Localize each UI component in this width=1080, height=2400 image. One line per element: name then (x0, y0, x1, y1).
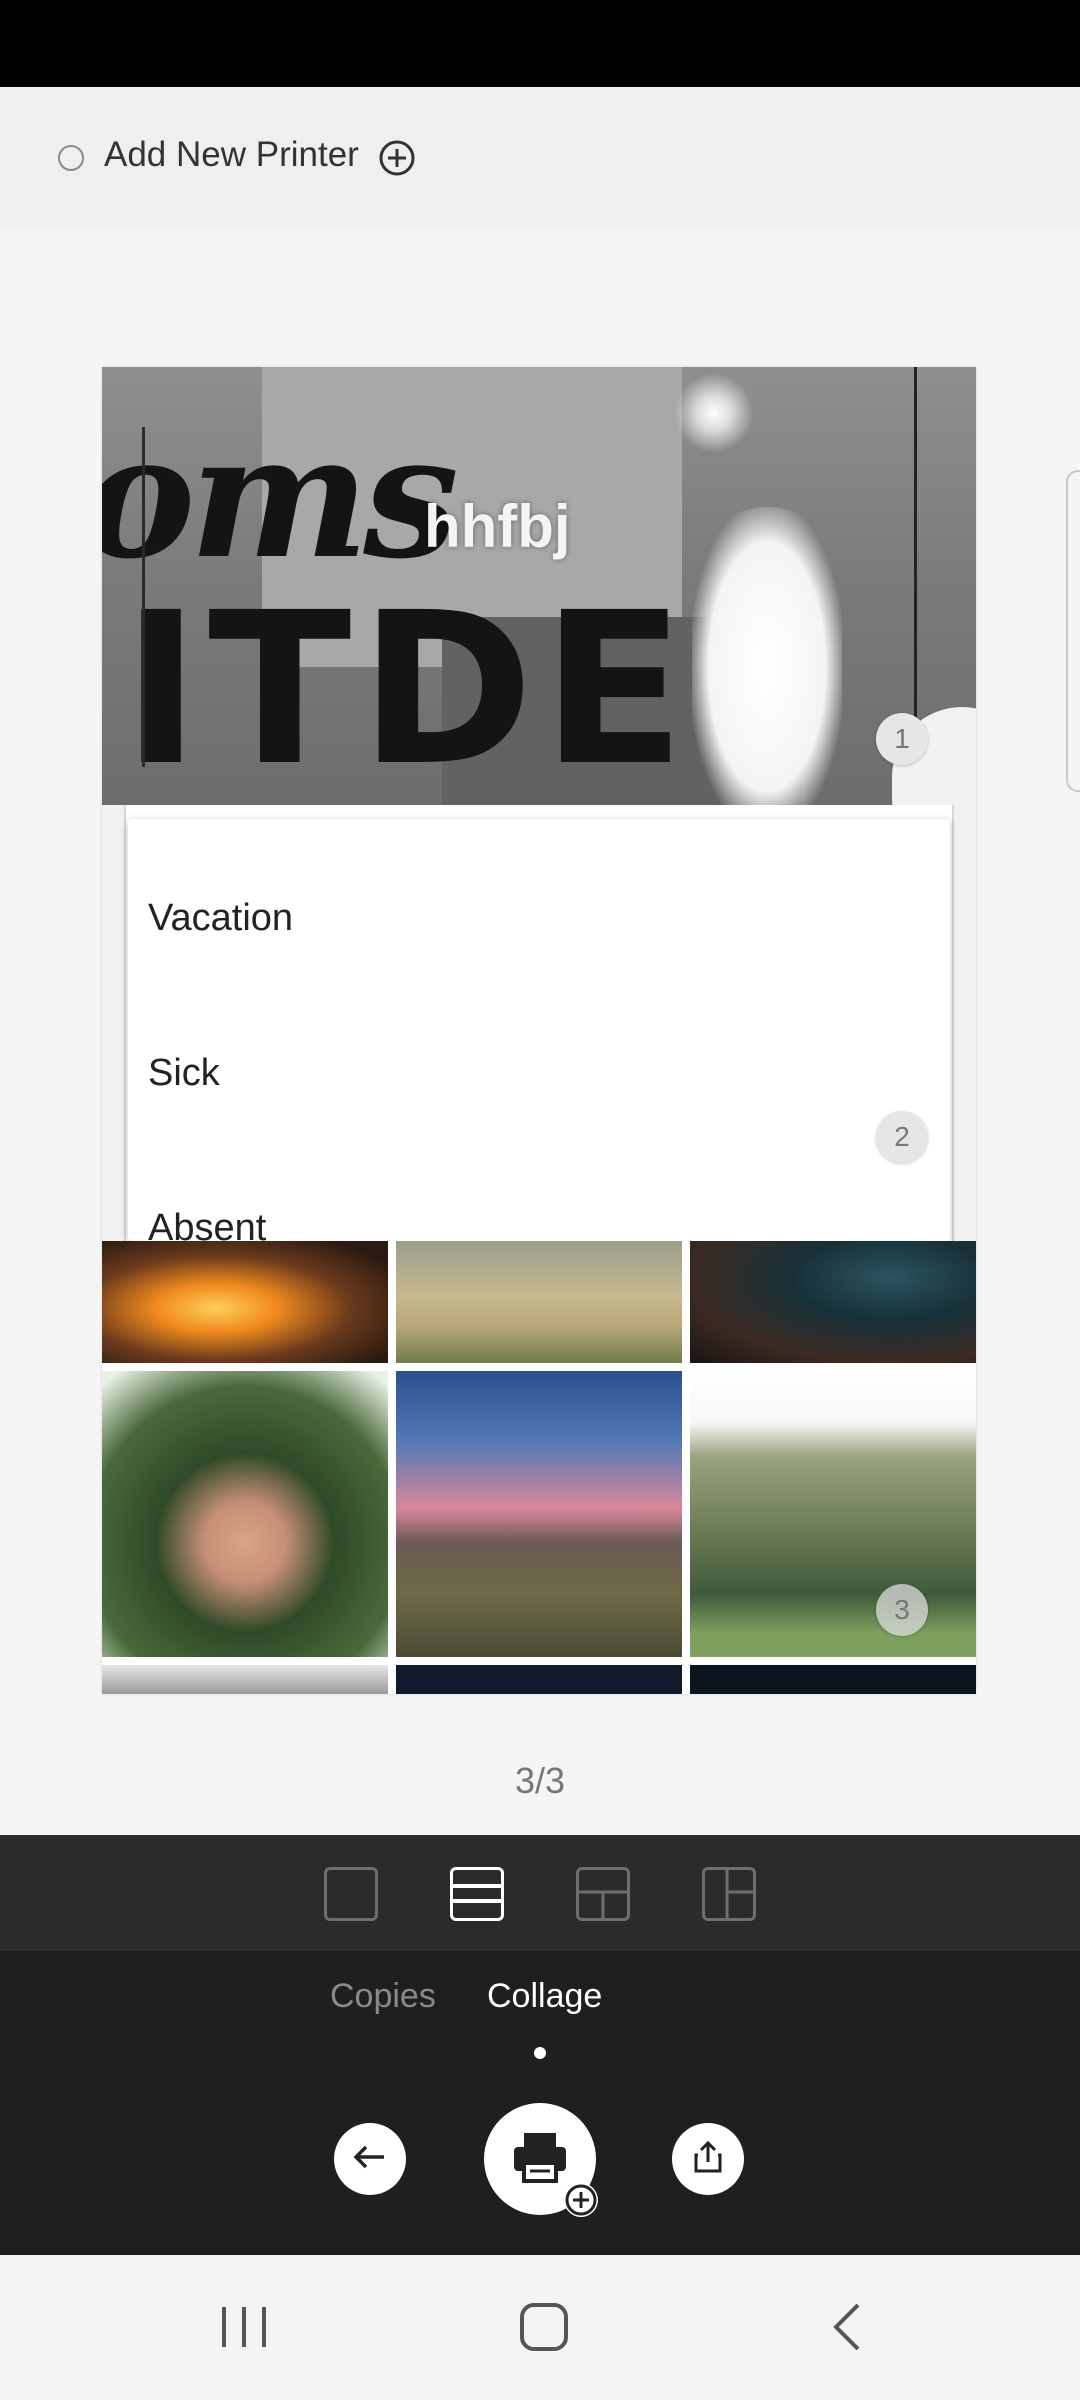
dropdown-menu: Vacation Sick Absent (128, 819, 950, 1241)
layout-split-icon[interactable] (702, 1867, 756, 1921)
desert-photo (396, 1241, 682, 1363)
layout-rows-icon[interactable] (450, 1867, 504, 1921)
active-tab-indicator (534, 2047, 546, 2059)
system-nav-bar (0, 2255, 1080, 2400)
layout-grid-icon[interactable] (576, 1867, 630, 1921)
image-block-text: ITDE (122, 567, 694, 805)
print-button[interactable] (484, 2103, 598, 2217)
dropdown-option-sick[interactable]: Sick (148, 1052, 220, 1095)
collage-slot-3[interactable]: 3 (102, 1241, 976, 1694)
light-glow (692, 507, 842, 805)
share-button[interactable] (672, 2123, 744, 2195)
layout-single-icon[interactable] (324, 1867, 378, 1921)
photo-thumbnail (102, 1665, 388, 1694)
firework-graphic (674, 373, 754, 453)
photo-caption-text: hhfbj (424, 493, 571, 560)
collage-preview: oms ITDE hhfbj 1 Vacation Sick Absent 2 … (102, 367, 976, 1694)
collage-slot-1[interactable]: oms ITDE hhfbj 1 (102, 367, 976, 805)
printer-radio[interactable] (58, 145, 84, 171)
printer-selector-bar: Add New Printer (0, 87, 1080, 227)
status-bar (0, 0, 1080, 87)
mug-photo (690, 1241, 976, 1363)
dropdown-option-absent[interactable]: Absent (148, 1207, 266, 1241)
back-chevron-icon[interactable] (828, 2301, 868, 2358)
campfire-photo (102, 1241, 388, 1363)
vine-graphic (142, 427, 155, 767)
page-indicator: 3/3 (514, 1760, 566, 1801)
tab-copies[interactable]: Copies (330, 1977, 436, 2016)
photo-thumbnail (690, 1665, 976, 1694)
slot-number-badge: 2 (876, 1111, 928, 1163)
slot-number-badge: 3 (876, 1584, 928, 1636)
recents-icon[interactable] (218, 2303, 270, 2356)
vine-graphic (914, 367, 927, 727)
bottom-toolbar: Copies Collage (0, 1835, 1080, 2255)
share-icon (688, 2137, 728, 2182)
add-printer-label[interactable]: Add New Printer (104, 135, 359, 175)
sunset-tent-photo (396, 1371, 682, 1657)
mountain-camp-photo (690, 1371, 976, 1657)
collage-slot-2[interactable]: Vacation Sick Absent 2 (102, 805, 976, 1241)
next-page-peek[interactable] (1066, 470, 1080, 792)
tab-collage[interactable]: Collage (487, 1977, 602, 2016)
photo-thumbnail (396, 1665, 682, 1694)
layout-selector (0, 1835, 1080, 1951)
printer-icon (508, 2125, 572, 2194)
add-copy-icon[interactable] (564, 2183, 598, 2217)
dropdown-option-vacation[interactable]: Vacation (148, 897, 293, 940)
home-icon[interactable] (518, 2301, 570, 2358)
compass-photo (102, 1371, 388, 1657)
plus-circle-icon[interactable] (378, 139, 416, 182)
slot-number-badge: 1 (876, 713, 928, 765)
back-button[interactable] (334, 2123, 406, 2195)
arrow-left-icon (350, 2137, 390, 2182)
